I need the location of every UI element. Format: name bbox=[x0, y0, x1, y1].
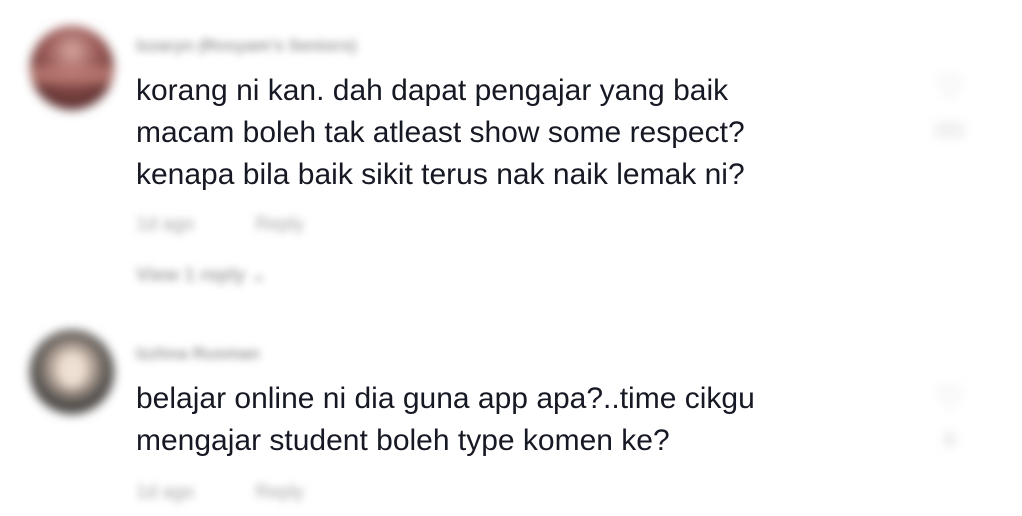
comment-time: 1d ago bbox=[136, 482, 195, 503]
comment-text: korang ni kan. dah dapat pengajar yang b… bbox=[136, 70, 745, 196]
view-replies-label: View 1 reply bbox=[136, 265, 246, 286]
chevron-down-icon: ⌄ bbox=[250, 265, 267, 286]
comment-text-line: kenapa bila baik sikit terus nak naik le… bbox=[136, 158, 745, 191]
comment-username[interactable]: Izzhna Rusman bbox=[136, 344, 260, 364]
comment-text-line: mengajar student boleh type komen ke? bbox=[136, 424, 670, 457]
view-replies-button[interactable]: View 1 reply ⌄ bbox=[136, 264, 267, 287]
reply-button[interactable]: Reply bbox=[255, 482, 304, 503]
heart-outline-icon: ♡ bbox=[936, 72, 964, 105]
like-count: 6 bbox=[944, 430, 955, 450]
comment-username[interactable]: Izzaryn (Rosyam's Seniors) bbox=[136, 36, 356, 56]
like-button[interactable]: ♡ 6 bbox=[928, 382, 972, 451]
comment-item: Izzaryn (Rosyam's Seniors) korang ni kan… bbox=[0, 0, 1022, 310]
like-button[interactable]: ♡ 221 bbox=[928, 72, 972, 141]
like-count: 221 bbox=[934, 120, 966, 140]
comment-time: 1d ago bbox=[136, 214, 195, 235]
comment-text-line: belajar online ni dia guna app apa?..tim… bbox=[136, 382, 755, 415]
avatar[interactable] bbox=[30, 26, 114, 110]
comment-text-line: korang ni kan. dah dapat pengajar yang b… bbox=[136, 74, 729, 107]
comment-meta: 1d ago Reply bbox=[136, 482, 304, 504]
reply-button[interactable]: Reply bbox=[255, 214, 304, 235]
comment-meta: 1d ago Reply bbox=[136, 214, 304, 236]
comment-text-line: macam boleh tak atleast show some respec… bbox=[136, 116, 745, 149]
comment-text: belajar online ni dia guna app apa?..tim… bbox=[136, 378, 755, 462]
avatar[interactable] bbox=[30, 330, 114, 414]
heart-outline-icon: ♡ bbox=[936, 382, 964, 415]
